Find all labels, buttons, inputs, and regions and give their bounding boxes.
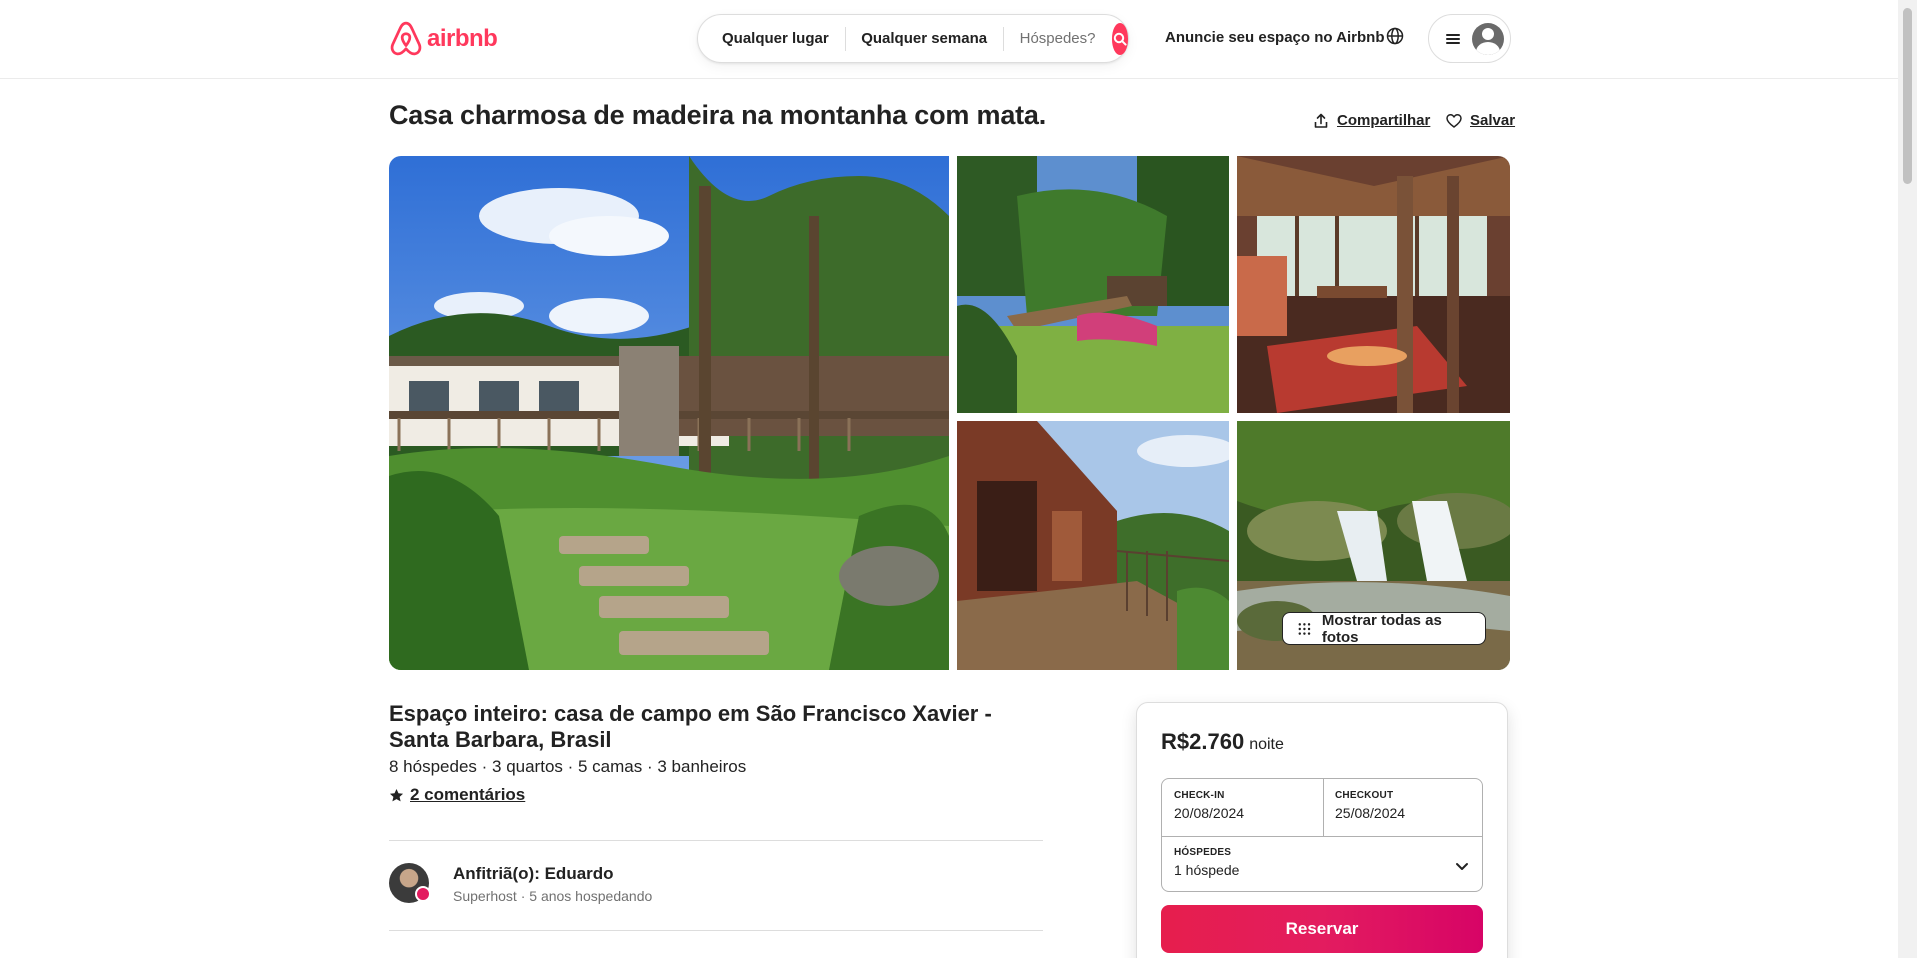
become-host-link[interactable]: Anuncie seu espaço no Airbnb [1165,29,1384,46]
listing-specs: 8 hóspedes · 3 quartos · 5 camas · 3 ban… [389,757,747,776]
search-location[interactable]: Qualquer lugar [722,30,845,47]
page-title: Casa charmosa de madeira na montanha com… [389,100,1047,130]
search-button[interactable] [1111,22,1128,55]
gallery-photo-cabin[interactable] [957,421,1229,670]
checkin-field[interactable]: CHECK-IN 20/08/2024 [1162,779,1323,836]
user-menu-button[interactable] [1428,14,1511,63]
photo-gallery [389,156,1510,670]
airbnb-logo-icon [390,21,422,56]
host-name: Anfitriã(o): Eduardo [453,864,614,883]
share-icon [1314,113,1328,128]
guests-select[interactable]: HÓSPEDES 1 hóspede [1162,836,1484,893]
reviews-link[interactable]: 2 comentários [389,785,525,805]
reserve-button[interactable]: Reservar [1161,905,1483,953]
main-photo[interactable] [389,156,949,670]
gallery-photo-garden[interactable] [957,156,1229,413]
listing-subtitle: Espaço inteiro: casa de campo em São Fra… [389,701,992,752]
gallery-photo-interior[interactable] [1237,156,1510,413]
globe-icon [1386,27,1404,45]
airbnb-logo[interactable]: airbnb [389,21,498,57]
guests-label: HÓSPEDES [1174,847,1232,858]
divider [389,930,1043,931]
price-unit: noite [1249,736,1284,753]
interior-image [1237,156,1510,413]
checkout-value: 25/08/2024 [1335,805,1406,821]
save-button[interactable]: Salvar [1446,112,1515,129]
nightly-price: R$2.760 noite [1161,729,1284,755]
search-week[interactable]: Qualquer semana [861,30,1003,47]
save-label: Salvar [1470,112,1516,129]
share-label: Compartilhar [1337,112,1431,129]
grid-icon [1298,622,1311,635]
checkin-label: CHECK-IN [1174,790,1225,801]
search-bar[interactable]: Qualquer lugar Qualquer semana Hóspedes? [697,14,1129,63]
search-guests[interactable]: Hóspedes? [1020,30,1112,47]
chevron-down-icon [1456,863,1468,870]
search-divider [844,26,846,51]
divider [389,840,1043,841]
language-button[interactable] [1386,27,1404,50]
show-all-photos-label: Mostrar todas as fotos [1321,611,1442,646]
cabin-image [957,421,1229,670]
star-icon [389,788,404,801]
price-amount: R$2.760 [1161,729,1245,754]
house-exterior-image [389,156,949,670]
search-divider [1003,26,1004,51]
user-avatar [1472,22,1504,55]
show-all-photos-button[interactable]: Mostrar todas as fotos [1282,611,1486,646]
booking-inputs: CHECK-IN 20/08/2024 CHECKOUT 25/08/2024 … [1161,778,1483,892]
garden-image [957,156,1229,413]
share-button[interactable]: Compartilhar [1313,112,1430,129]
checkout-field[interactable]: CHECKOUT 25/08/2024 [1323,779,1484,836]
heart-icon [1446,113,1462,128]
checkout-label: CHECKOUT [1335,790,1394,801]
booking-card: R$2.760 noite CHECK-IN 20/08/2024 CHECKO… [1136,702,1508,958]
guests-value: 1 hóspede [1174,862,1240,878]
menu-icon [1446,33,1460,44]
host-meta: Superhost · 5 anos hospedando [453,888,653,904]
brand-name: airbnb [427,25,498,52]
search-icon [1113,32,1127,46]
scrollbar-thumb[interactable] [1903,8,1912,184]
site-header: airbnb Qualquer lugar Qualquer semana Hó… [0,0,1898,79]
reviews-label: 2 comentários [410,785,526,804]
superhost-badge-icon [415,886,431,902]
checkin-value: 20/08/2024 [1174,805,1245,821]
